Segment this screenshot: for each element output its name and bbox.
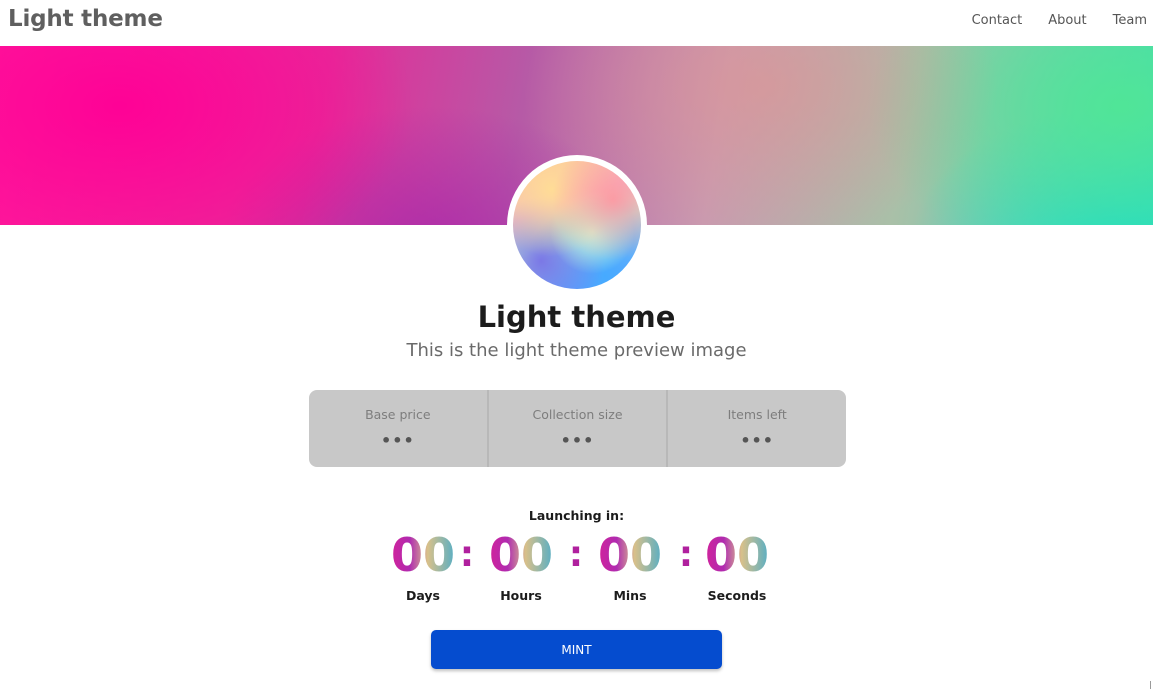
page-title: Light theme: [477, 300, 676, 334]
stats-panel: Base price ••• Collection size ••• Items…: [309, 390, 846, 467]
avatar-frame: [507, 155, 647, 295]
countdown-separator: :: [568, 534, 584, 575]
countdown-days: 00 Days: [378, 526, 468, 603]
countdown-separator: :: [459, 534, 475, 575]
page-subtitle: This is the light theme preview image: [406, 340, 747, 361]
resize-grip-icon[interactable]: [1142, 681, 1151, 689]
launch-label: Launching in:: [528, 508, 625, 523]
stat-label: Base price: [365, 407, 431, 422]
countdown-seconds-label: Seconds: [707, 588, 767, 603]
countdown-days-value: 00: [378, 526, 468, 584]
nav-link-about[interactable]: About: [1048, 13, 1086, 28]
nav-links: Contact About Team: [946, 13, 1147, 28]
countdown-mins-value: 00: [585, 526, 675, 584]
countdown-hours: 00 Hours: [476, 526, 566, 603]
stat-value-loading: •••: [560, 431, 595, 450]
mint-button[interactable]: MINT: [431, 630, 722, 669]
countdown-seconds-value: 00: [692, 526, 782, 584]
countdown-mins-label: Mins: [613, 588, 647, 603]
collection-avatar: [513, 161, 641, 289]
stat-collection-size: Collection size •••: [486, 390, 667, 467]
navbar: Light theme Contact About Team: [0, 0, 1153, 46]
countdown-hours-label: Hours: [500, 588, 542, 603]
countdown-mins: 00 Mins: [585, 526, 675, 603]
stat-label: Collection size: [532, 407, 623, 422]
countdown-timer: 00 Days : 00 Hours : 00 Mins : 00 Second…: [378, 526, 778, 616]
stat-label: Items left: [727, 407, 787, 422]
countdown-days-label: Days: [405, 588, 440, 603]
nav-link-contact[interactable]: Contact: [972, 13, 1023, 28]
stat-items-left: Items left •••: [666, 390, 846, 467]
stat-base-price: Base price •••: [309, 390, 487, 467]
countdown-hours-value: 00: [476, 526, 566, 584]
countdown-seconds: 00 Seconds: [692, 526, 782, 603]
nav-link-team[interactable]: Team: [1113, 13, 1147, 28]
brand-title[interactable]: Light theme: [8, 6, 163, 32]
stat-value-loading: •••: [380, 431, 415, 450]
stat-value-loading: •••: [740, 431, 775, 450]
